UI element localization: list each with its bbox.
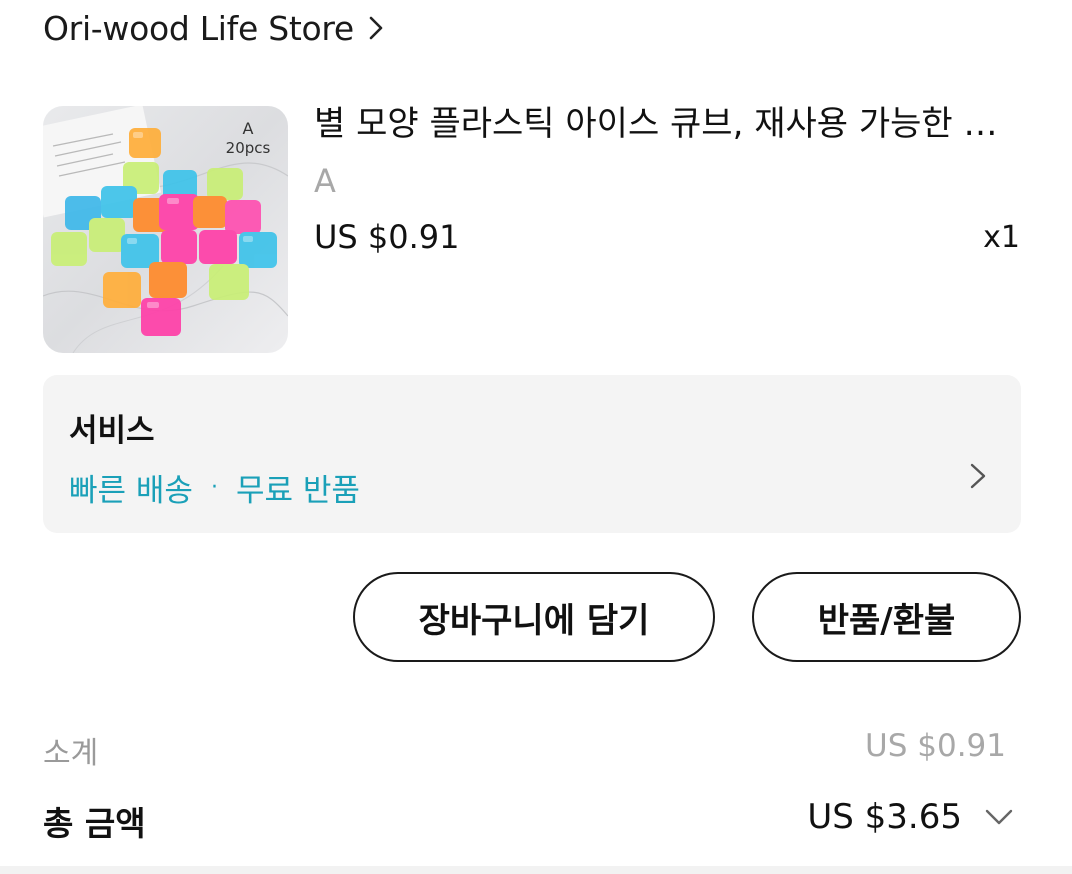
add-to-cart-button[interactable]: 장바구니에 담기 (353, 572, 715, 662)
service-features: 빠른 배송 · 무료 반품 (69, 465, 360, 510)
image-label-variant: A (243, 119, 254, 138)
service-title: 서비스 (69, 413, 155, 449)
chevron-right-icon[interactable] (969, 461, 987, 495)
service-feature-free-return: 무료 반품 (235, 473, 360, 509)
service-feature-fast-shipping: 빠른 배송 (69, 473, 193, 509)
total-amount-toggle[interactable]: US $3.65 (807, 797, 1014, 837)
image-label-count: 20pcs (226, 139, 271, 157)
section-divider (0, 866, 1072, 874)
product-price: US $0.91 (314, 218, 460, 256)
store-header[interactable]: Ori-wood Life Store (43, 8, 384, 48)
total-value: US $3.65 (807, 797, 962, 837)
subtotal-value: US $0.91 (865, 728, 1006, 764)
product-image[interactable]: A 20pcs (43, 106, 288, 353)
product-quantity: x1 (983, 220, 1020, 255)
product-variant: A (314, 162, 336, 200)
chevron-right-icon[interactable] (368, 14, 384, 42)
order-item-page: Ori-wood Life Store A 20pcs 별 모양 플라스틱 아이… (0, 0, 1072, 874)
subtotal-label: 소계 (43, 736, 99, 771)
store-name[interactable]: Ori-wood Life Store (43, 9, 354, 48)
service-separator: · (210, 475, 218, 500)
total-label: 총 금액 (43, 804, 146, 843)
return-refund-button[interactable]: 반품/환불 (752, 572, 1021, 662)
chevron-down-icon[interactable] (984, 808, 1014, 826)
service-card[interactable]: 서비스 빠른 배송 · 무료 반품 (43, 375, 1021, 533)
product-title[interactable]: 별 모양 플라스틱 아이스 큐브, 재사용 가능한 아이스 큐브 (314, 96, 1004, 145)
